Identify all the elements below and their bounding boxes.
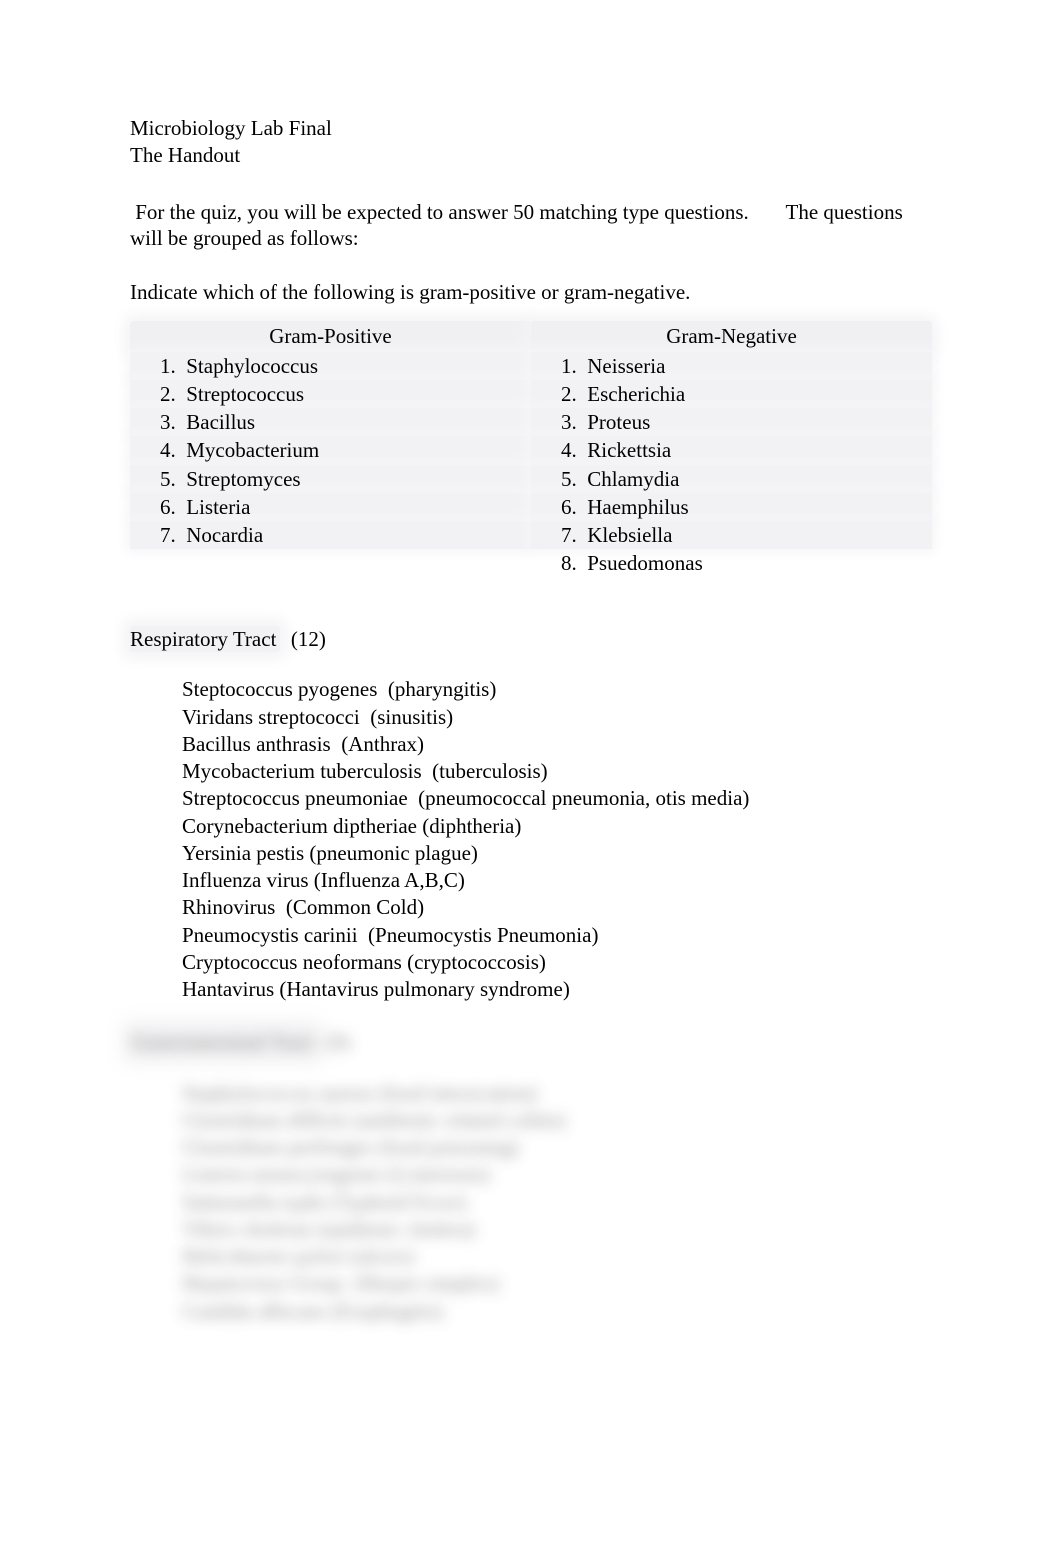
list-item: Clostridium perfringes (food poisoning): [182, 1134, 932, 1161]
list-item: Bacillus anthrasis (Anthrax): [182, 730, 932, 757]
gram-table: Gram-Positive 1. Staphylococcus 2. Strep…: [130, 321, 932, 577]
list-item: Staphylococcus aureus (food intoxication…: [182, 1079, 932, 1106]
list-item: Viridans streptococci (sinusitis): [182, 703, 932, 730]
respiratory-title-count: (12): [280, 627, 326, 651]
gi-list: Staphylococcus aureus (food intoxication…: [182, 1079, 932, 1324]
gram-negative-item: 1. Neisseria: [531, 352, 932, 380]
gram-positive-item: 1. Staphylococcus: [130, 352, 531, 380]
gram-negative-item: 6. Haemphilus: [531, 493, 932, 521]
gi-section-title: Gastrointestinal Tract (9): [130, 1029, 932, 1055]
list-item: Helicobacter pylori (ulcers): [182, 1243, 932, 1270]
gram-negative-item: 4. Rickettsia: [531, 436, 932, 464]
gram-negative-item: 8. Psuedomonas: [531, 549, 932, 577]
list-item: Influenza virus (Influenza A,B,C): [182, 867, 932, 894]
list-item: Candida albicans (Esophagitis): [182, 1297, 932, 1324]
gi-title-count: (9): [315, 1030, 350, 1054]
gram-positive-item: 2. Streptococcus: [130, 380, 531, 408]
list-item: Streptococcus pneumoniae (pneumococcal p…: [182, 785, 932, 812]
blurred-content: Gastrointestinal Tract (9) Staphylococcu…: [130, 1029, 932, 1325]
gram-negative-item: 5. Chlamydia: [531, 465, 932, 493]
list-item: Rhinovirus (Common Cold): [182, 894, 932, 921]
list-item: Hantavirus (Hantavirus pulmonary syndrom…: [182, 976, 932, 1003]
intro-paragraph: For the quiz, you will be expected to an…: [130, 199, 932, 252]
doc-title-line2: The Handout: [130, 142, 932, 168]
list-item: Steptococcus pyogenes (pharyngitis): [182, 676, 932, 703]
list-item: Mycobacterium tuberculosis (tuberculosis…: [182, 758, 932, 785]
gram-positive-heading: Gram-Positive: [130, 321, 531, 351]
gram-positive-column: Gram-Positive 1. Staphylococcus 2. Strep…: [130, 321, 531, 577]
list-item: Corynebacterium diptheriae (diphtheria): [182, 812, 932, 839]
respiratory-title-text: Respiratory Tract: [130, 626, 280, 652]
gram-positive-item: 6. Listeria: [130, 493, 531, 521]
gram-negative-column: Gram-Negative 1. Neisseria 2. Escherichi…: [531, 321, 932, 577]
respiratory-section-title: Respiratory Tract (12): [130, 626, 932, 652]
list-item: Clostridium difficle (antibiotic related…: [182, 1106, 932, 1133]
gram-negative-item: 2. Escherichia: [531, 380, 932, 408]
gram-negative-item: 7. Klebsiella: [531, 521, 932, 549]
instruction-line: Indicate which of the following is gram-…: [130, 279, 932, 305]
list-item: Salmonella typhi (Typhoid Fever): [182, 1188, 932, 1215]
list-item: Pneumocystis carinii (Pneumocystis Pneum…: [182, 921, 932, 948]
gi-title-text: Gastrointestinal Tract: [130, 1029, 315, 1055]
doc-title-line1: Microbiology Lab Final: [130, 115, 932, 141]
list-item: Listeria monocytogenes (Listeriosis): [182, 1161, 932, 1188]
gram-positive-item: 5. Streptomyces: [130, 465, 531, 493]
respiratory-list: Steptococcus pyogenes (pharyngitis) Viri…: [182, 676, 932, 1003]
list-item: Cryptococcus neoformans (cryptococcosis): [182, 948, 932, 975]
gram-positive-item: 4. Mycobacterium: [130, 436, 531, 464]
list-item: Vibrio cholerae (epidemic cholera): [182, 1215, 932, 1242]
gram-positive-item: 7. Nocardia: [130, 521, 531, 549]
gram-negative-heading: Gram-Negative: [531, 321, 932, 351]
gram-positive-item: 3. Bacillus: [130, 408, 531, 436]
list-item: Yersinia pestis (pneumonic plague): [182, 839, 932, 866]
gram-negative-item: 3. Proteus: [531, 408, 932, 436]
list-item: Hepatovirus Group (Herpes simplex): [182, 1270, 932, 1297]
